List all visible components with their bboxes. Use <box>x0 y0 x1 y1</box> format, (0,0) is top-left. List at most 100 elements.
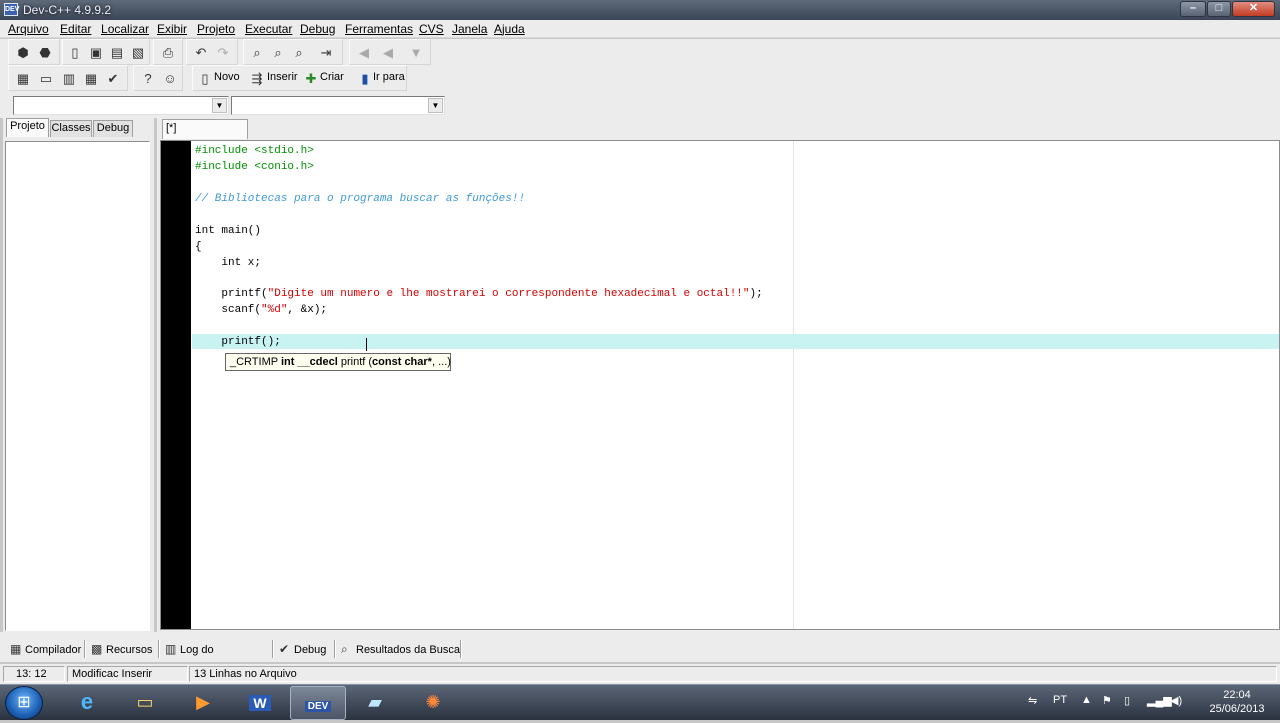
create-button[interactable]: Criar <box>320 71 344 83</box>
close-file-icon[interactable]: ▧ <box>128 43 148 62</box>
new-class-icon[interactable]: ▯ <box>195 69 215 88</box>
create-icon[interactable]: ✚ <box>301 69 321 88</box>
tab-projeto[interactable]: Projeto <box>6 118 49 137</box>
find-icon[interactable]: ⌕ <box>247 43 267 62</box>
function-hint-tooltip: _CRTIMP int __cdecl printf (const char*,… <box>225 353 451 371</box>
maximize-button[interactable]: □ <box>1207 1 1231 17</box>
devcpp-task-icon[interactable]: DEV <box>290 686 346 720</box>
code-line-10: printf("Digite um numero e lhe mostrarei… <box>195 288 763 300</box>
menu-cvs[interactable]: CVS <box>419 22 444 36</box>
file-tab[interactable]: [*] HexaOcta.cpp <box>162 119 248 151</box>
back-icon[interactable]: ◀ <box>354 43 374 62</box>
tab-resultados-busca[interactable]: ⌕ Resultados da Busca <box>337 638 461 660</box>
taskbar: ⊞ e ▭ ▶ W DEV ▰ ✺ ⇋ PT ▲ ⚑ ▯ ▂▄▆ ◀) 22:0… <box>0 684 1280 720</box>
code-line-1: #include <stdio.h> <box>195 145 314 157</box>
video-icon[interactable]: ✺ <box>405 686 461 720</box>
redo-icon[interactable]: ↷ <box>213 43 233 62</box>
action-center-icon[interactable]: ⚑ <box>1102 694 1112 707</box>
clock-time: 22:04 <box>1223 689 1251 701</box>
menu-projeto[interactable]: Projeto <box>197 22 235 36</box>
menu-localizar[interactable]: Localizar <box>101 22 149 36</box>
rebuild-icon[interactable]: ▦ <box>81 69 101 88</box>
class-combo[interactable]: ▼ <box>13 96 229 115</box>
find-next-icon[interactable]: ⌕ <box>289 43 309 62</box>
code-line-2: #include <conio.h> <box>195 161 314 173</box>
output-tabs: ▦Compilador ▩Recursos ▥Log do Compilador… <box>0 636 1280 678</box>
print-icon[interactable]: ⎙ <box>158 43 178 62</box>
insert-button[interactable]: Inserir <box>267 71 298 83</box>
window-title: Dev-C++ 4.9.9.2 <box>23 3 112 17</box>
language-indicator[interactable]: PT <box>1053 694 1067 706</box>
tab-classes[interactable]: Classes <box>50 120 92 137</box>
about-icon[interactable]: ☺ <box>160 69 180 88</box>
editor-gutter <box>161 141 191 629</box>
undo-icon[interactable]: ↶ <box>191 43 211 62</box>
text-cursor-icon <box>366 338 367 351</box>
menu-bar: Arquivo Editar Localizar Exibir Projeto … <box>0 20 1280 38</box>
close-project-icon[interactable]: ⬣ <box>35 43 55 62</box>
goto-icon[interactable]: ▮ <box>355 69 375 88</box>
chevron-down-icon[interactable]: ▼ <box>428 98 443 113</box>
windows-start-icon[interactable]: ⊞ <box>5 686 43 720</box>
cursor-position: 13: 12 <box>3 666 65 682</box>
open-project-icon[interactable]: ⬢ <box>13 43 33 62</box>
clock[interactable]: 22:04 25/06/2013 <box>1200 688 1274 716</box>
project-tree[interactable] <box>5 141 150 631</box>
replace-icon[interactable]: ⌕ <box>268 43 288 62</box>
edit-mode: Modificac Inserir <box>67 666 188 682</box>
main-toolbar: ⬢ ⬣ ▯ ▣ ▤ ▧ ⎙ ↶ ↷ ⌕ ⌕ ⌕ ⇥ ◀ ◀ ▼ <box>0 39 1280 65</box>
compile-run-icon[interactable]: ▥ <box>59 69 79 88</box>
class-browser-bar: ▼ ▼ <box>0 91 1280 118</box>
notepad-icon[interactable]: ▰ <box>347 686 403 720</box>
chevron-down-icon[interactable]: ▼ <box>212 98 227 113</box>
line-count: 13 Linhas no Arquivo <box>189 666 1277 682</box>
toggle-bookmark-icon[interactable]: ▼ <box>406 43 426 62</box>
menu-exibir[interactable]: Exibir <box>157 22 187 36</box>
insert-icon[interactable]: ⇶ <box>247 69 267 88</box>
forward-icon[interactable]: ◀ <box>378 43 398 62</box>
close-button[interactable]: ✕ <box>1232 1 1275 17</box>
tab-debug-output[interactable]: ✔ Debug <box>275 638 333 660</box>
search-icon: ⌕ <box>341 642 348 656</box>
current-line-highlight <box>192 334 1279 349</box>
save-all-icon[interactable]: ▤ <box>107 43 127 62</box>
new-button[interactable]: Novo <box>214 71 240 83</box>
signal-icon[interactable]: ▂▄▆ <box>1147 694 1172 707</box>
media-player-icon[interactable]: ▶ <box>175 686 231 720</box>
clock-date: 25/06/2013 <box>1209 703 1265 715</box>
check-icon: ✔ <box>279 642 290 656</box>
code-editor[interactable]: #include <stdio.h> #include <conio.h> //… <box>160 140 1280 630</box>
check-syntax-icon[interactable]: ✔ <box>103 69 123 88</box>
menu-debug[interactable]: Debug <box>300 22 335 36</box>
minimize-button[interactable]: – <box>1180 1 1206 17</box>
compile-icon[interactable]: ▦ <box>13 69 33 88</box>
resources-icon: ▩ <box>91 642 103 656</box>
menu-arquivo[interactable]: Arquivo <box>8 22 49 36</box>
new-file-icon[interactable]: ▯ <box>65 43 85 62</box>
menu-executar[interactable]: Executar <box>245 22 292 36</box>
word-icon[interactable]: W <box>232 686 288 720</box>
save-icon[interactable]: ▣ <box>86 43 106 62</box>
tab-recursos[interactable]: ▩ Recursos <box>87 638 157 660</box>
menu-editar[interactable]: Editar <box>60 22 91 36</box>
app-icon: DEV <box>4 3 19 16</box>
menu-ajuda[interactable]: Ajuda <box>494 22 525 36</box>
goto-button[interactable]: Ir para <box>373 71 405 83</box>
help-icon[interactable]: ? <box>138 69 158 88</box>
code-line-6: int main() <box>195 225 262 237</box>
show-hidden-icons-icon[interactable]: ▲ <box>1081 694 1092 706</box>
tab-debug[interactable]: Debug <box>93 120 133 137</box>
member-combo[interactable]: ▼ <box>231 96 445 115</box>
volume-icon[interactable]: ◀) <box>1170 694 1182 707</box>
internet-explorer-icon[interactable]: e <box>59 686 115 720</box>
tab-compilador[interactable]: ▦ Compilador <box>6 638 84 660</box>
menu-janela[interactable]: Janela <box>452 22 487 36</box>
file-explorer-icon[interactable]: ▭ <box>117 686 173 720</box>
menu-ferramentas[interactable]: Ferramentas <box>345 22 413 36</box>
goto-line-icon[interactable]: ⇥ <box>316 43 336 62</box>
tab-log-compilador[interactable]: ▥Log do Compilador <box>161 638 271 678</box>
power-icon[interactable]: ▯ <box>1124 694 1130 707</box>
run-icon[interactable]: ▭ <box>36 69 56 88</box>
network-tray-icon[interactable]: ⇋ <box>1028 694 1037 707</box>
code-line-7: { <box>195 241 202 253</box>
